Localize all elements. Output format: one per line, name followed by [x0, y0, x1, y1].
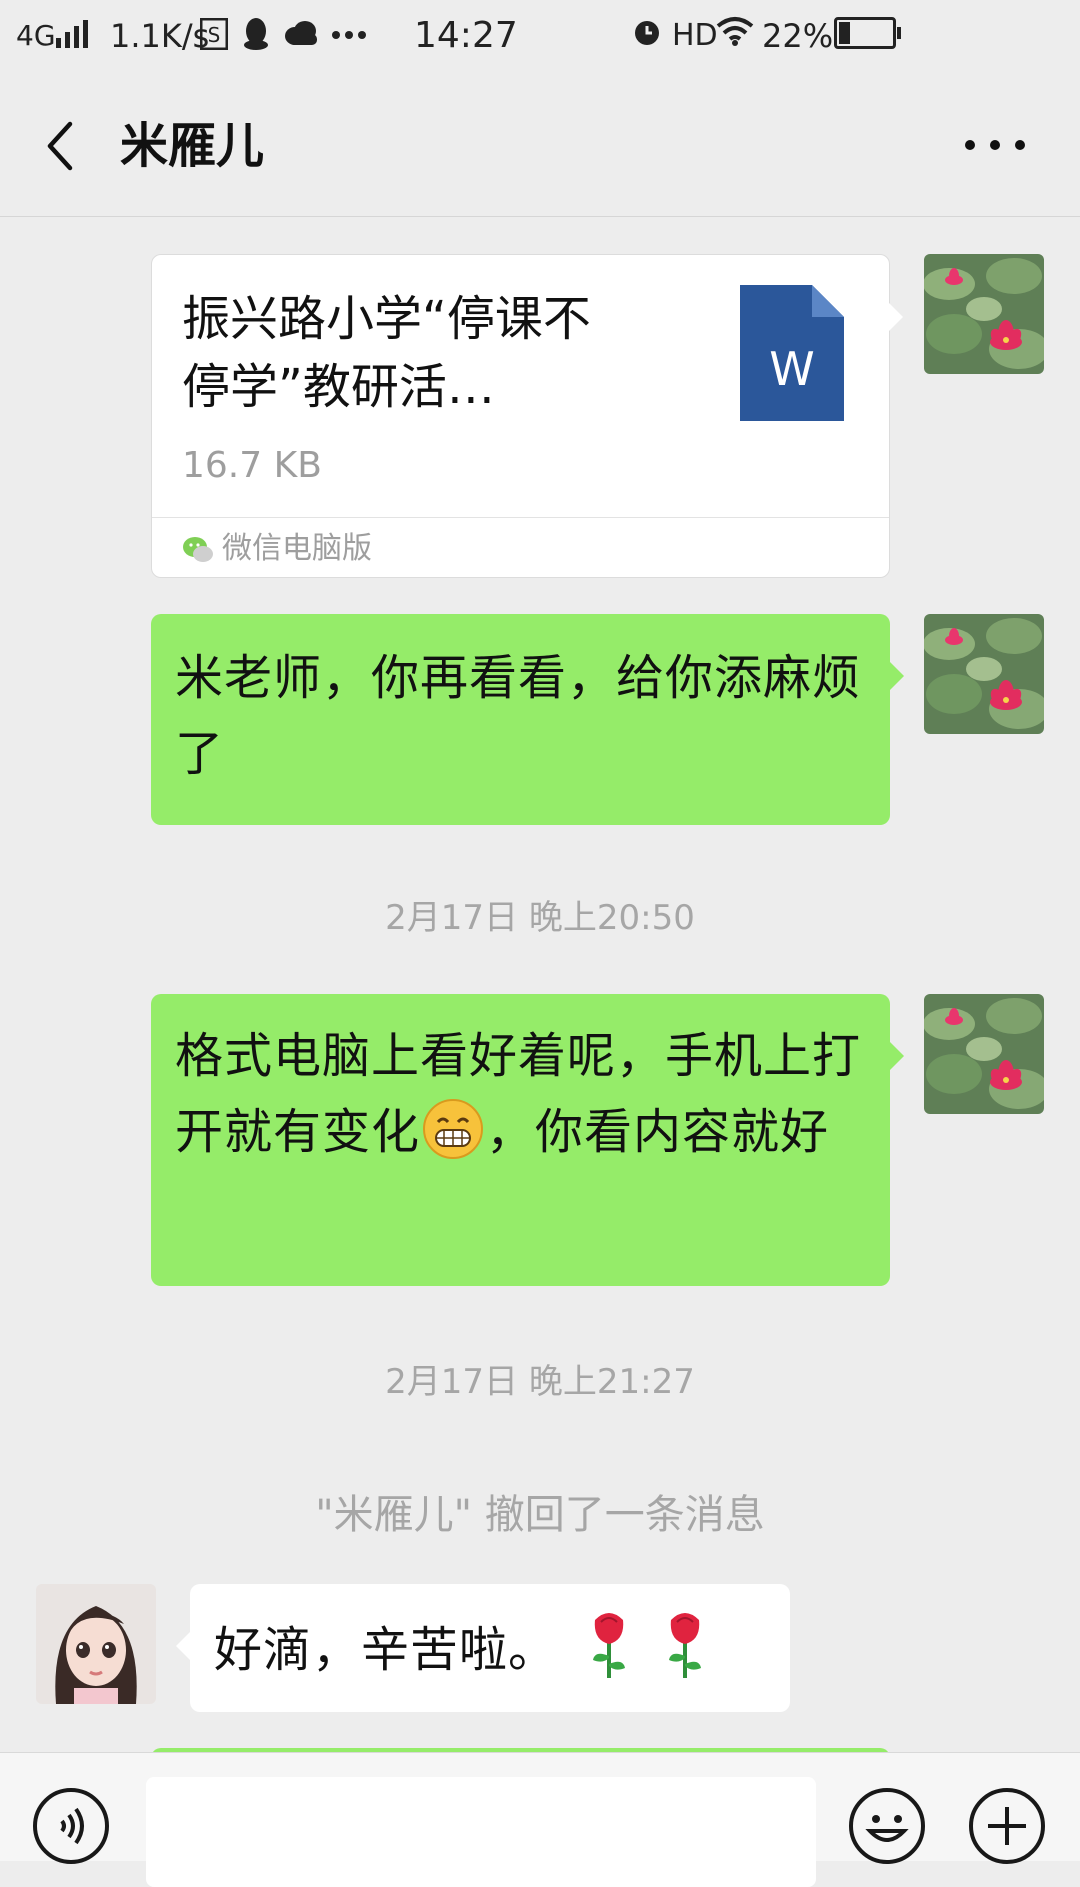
message-input[interactable]: [146, 1777, 816, 1887]
received-message-bubble[interactable]: 好滴，辛苦啦。: [176, 1584, 790, 1712]
file-divider: [152, 517, 889, 518]
more-options-icon[interactable]: [960, 130, 1030, 160]
more-notifications-icon: [332, 31, 366, 39]
my-avatar[interactable]: [924, 994, 1044, 1114]
sent-message-bubble[interactable]: 米老师，你再看看，给你添麻烦了: [151, 614, 904, 825]
contact-avatar[interactable]: [36, 1584, 156, 1704]
message-text: 好滴，辛苦啦。: [214, 1610, 766, 1688]
file-title: 振兴路小学“停课不停学”教研活…: [182, 291, 591, 415]
sent-message-bubble[interactable]: 格式电脑上看好着呢，手机上打开就有变化 ，你看内容就好: [151, 994, 904, 1286]
message-text: 格式电脑上看好着呢，手机上打开就有变化 ，你看内容就好: [175, 1018, 866, 1170]
status-bar: 4G 1.1K/s S 14:27 HD 22%: [0, 0, 1080, 74]
timestamp: 2月17日 晚上21:27: [385, 1362, 695, 1402]
lotus-avatar-icon: [924, 254, 1044, 374]
alarm-icon: [635, 21, 659, 45]
lotus-avatar-icon: [924, 994, 1044, 1114]
qq-icon: [244, 18, 268, 50]
chat-title: 米雁儿: [120, 118, 265, 174]
network-speed: 1.1K/s: [110, 17, 210, 55]
file-size: 16.7 KB: [182, 445, 322, 486]
battery-icon: [834, 17, 901, 49]
lotus-avatar-icon: [924, 614, 1044, 734]
battery-percent: 22%: [762, 17, 834, 55]
rose-emoji-icon: [593, 1613, 626, 1678]
recall-notice: "米雁儿" 撤回了一条消息: [315, 1492, 765, 1538]
wechat-pc-icon: [183, 537, 213, 562]
network-type: 4G: [16, 19, 56, 52]
timestamp: 2月17日 晚上20:50: [385, 898, 695, 938]
wifi-icon: [716, 17, 754, 46]
hd-indicator: HD: [672, 18, 718, 53]
clock: 14:27: [414, 15, 518, 56]
svg-text:S: S: [208, 23, 221, 47]
word-document-icon: W: [740, 285, 844, 421]
svg-text:W: W: [769, 342, 814, 396]
message-text: 米老师，你再看看，给你添麻烦了: [175, 650, 862, 782]
cloud-icon: [285, 21, 317, 45]
back-arrow-icon[interactable]: [38, 116, 88, 176]
grin-emoji-icon: [423, 1099, 484, 1159]
message-text-part: 好滴，辛苦啦。: [214, 1622, 558, 1678]
file-source-label: 微信电脑版: [222, 531, 372, 566]
file-message[interactable]: 振兴路小学“停课不停学”教研活… 16.7 KB W 微信电脑版: [151, 254, 903, 578]
emoji-picker-icon[interactable]: [848, 1787, 926, 1865]
rose-emoji-icon: [669, 1613, 702, 1678]
my-avatar[interactable]: [924, 254, 1044, 374]
sim-icon: S: [200, 18, 228, 50]
signal-icon: [56, 20, 88, 48]
voice-input-icon[interactable]: [32, 1787, 110, 1865]
my-avatar[interactable]: [924, 614, 1044, 734]
cartoon-girl-avatar-icon: [36, 1584, 156, 1704]
add-more-icon[interactable]: [968, 1787, 1046, 1865]
input-bar: [0, 1752, 1080, 1887]
chat-header: 米雁儿: [0, 74, 1080, 217]
message-text-part: ，你看内容就好: [486, 1104, 830, 1160]
